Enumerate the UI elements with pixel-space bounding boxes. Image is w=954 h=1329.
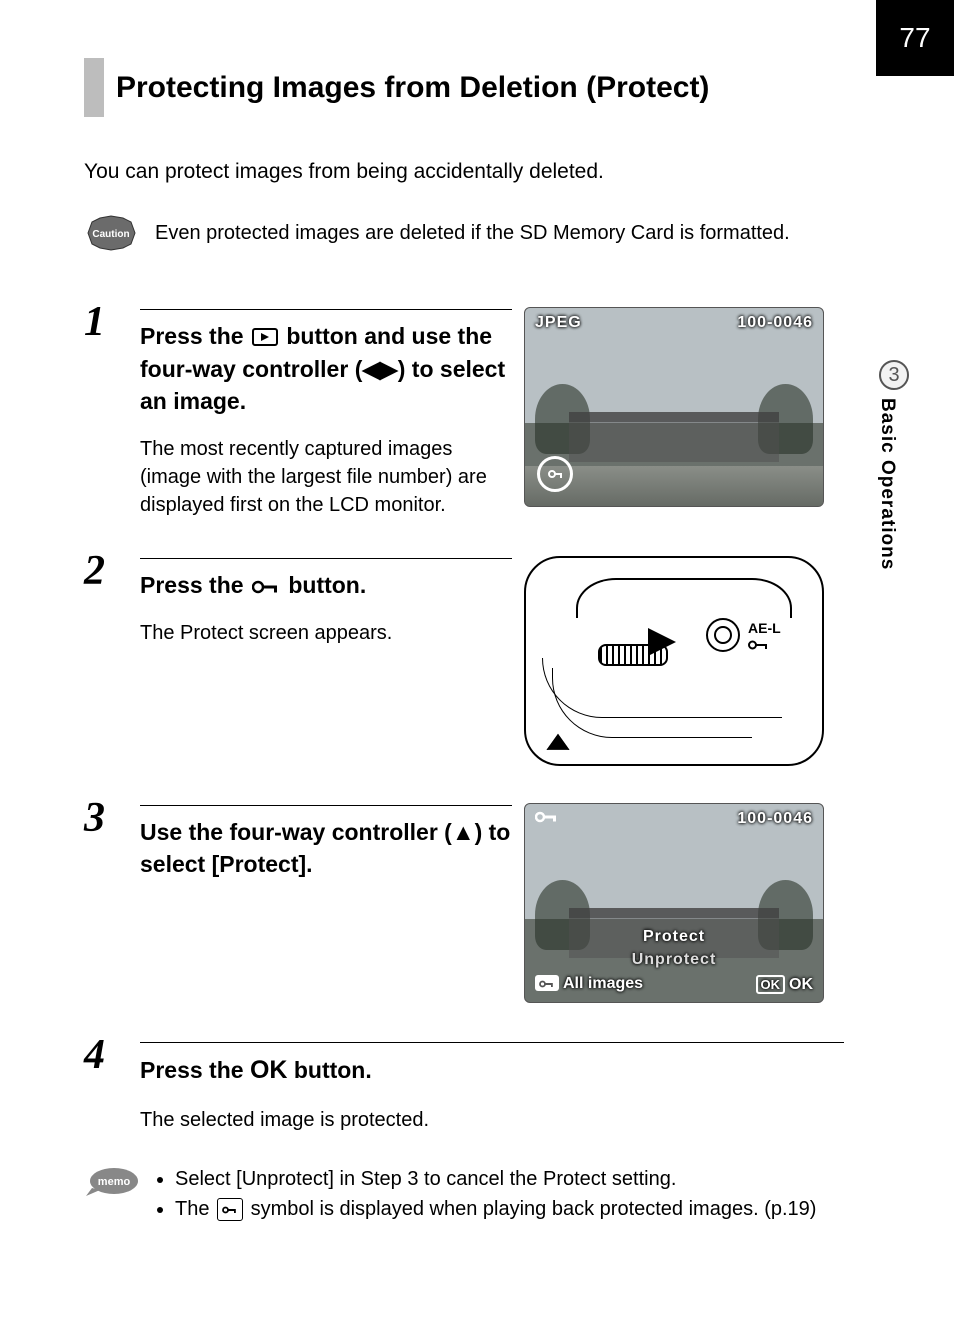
ael-button-graphic — [706, 618, 740, 652]
ok-button-glyph: OK — [250, 1056, 288, 1084]
protect-key-icon — [252, 579, 280, 595]
caution-block: Caution Even protected images are delete… — [84, 214, 844, 252]
svg-text:memo: memo — [98, 1176, 131, 1188]
side-rail: 3 Basic Operations — [876, 360, 912, 570]
lcd-top-left: JPEG — [535, 314, 582, 332]
step-number: 3 — [84, 797, 128, 1003]
camera-diagram: AE-L — [524, 556, 824, 766]
step-figure: AE-L — [524, 550, 844, 766]
memo-block: memo Select [Unprotect] in Step 3 to can… — [84, 1164, 844, 1224]
menu-option-protect: Protect — [535, 926, 813, 948]
heading-block: Protecting Images from Deletion (Protect… — [84, 58, 844, 117]
step-title: Press the button and use the four-way co… — [140, 323, 505, 413]
content: Protecting Images from Deletion (Protect… — [84, 58, 844, 1224]
page-heading: Protecting Images from Deletion (Protect… — [116, 58, 709, 117]
step-body: Press the OK button. The selected image … — [140, 1034, 844, 1134]
protect-key-icon — [748, 638, 770, 654]
lcd-screenshot-menu: 100-0046 Protect Unprotect — [524, 803, 824, 1003]
step-divider — [140, 558, 512, 559]
step-divider — [140, 309, 512, 310]
step-description: The Protect screen appears. — [140, 619, 512, 647]
ok-icon: OK — [756, 975, 786, 994]
menu-option-unprotect: Unprotect — [535, 949, 813, 971]
memo-item: Select [Unprotect] in Step 3 to cancel t… — [175, 1164, 816, 1194]
page-number: 77 — [899, 22, 930, 54]
step-description: The selected image is protected. — [140, 1106, 844, 1134]
step-number: 4 — [84, 1034, 128, 1134]
step-title: Press the OK button. — [140, 1057, 372, 1083]
intro-text: You can protect images from being accide… — [84, 157, 844, 186]
triangle-mark — [548, 736, 568, 750]
step-body: Press the button. The Protect screen app… — [140, 550, 512, 766]
memo-item: The symbol is displayed when playing bac… — [175, 1194, 816, 1224]
lcd-menu: Protect Unprotect All imag — [525, 920, 823, 1002]
camera-top-plate — [576, 578, 792, 618]
chapter-number-circle: 3 — [879, 360, 909, 390]
step-title: Press the button. — [140, 572, 366, 598]
heading-accent-bar — [84, 58, 104, 117]
step-divider — [140, 1042, 844, 1043]
caution-icon: Caution — [84, 214, 139, 252]
step-figure: JPEG 100-0046 — [524, 301, 844, 519]
step-2: 2 Press the button. The Protect screen a… — [84, 549, 844, 766]
memo-list: Select [Unprotect] in Step 3 to cancel t… — [155, 1164, 816, 1224]
lcd-scenery — [569, 412, 779, 462]
ael-label: AE-L — [748, 620, 781, 636]
menu-all-images: All images — [535, 975, 643, 993]
caution-text: Even protected images are deleted if the… — [155, 219, 844, 247]
step-number: 2 — [84, 550, 128, 766]
step-body: Use the four-way controller (▲) to selec… — [140, 797, 512, 1003]
memo-icon: memo — [84, 1164, 139, 1198]
lcd-screenshot: JPEG 100-0046 — [524, 307, 824, 507]
step-body: Press the button and use the four-way co… — [140, 301, 512, 519]
playback-icon — [252, 328, 278, 346]
step-4: 4 Press the OK button. The selected imag… — [84, 1033, 844, 1134]
step-1: 1 Press the button and use the four-way … — [84, 300, 844, 519]
step-divider — [140, 805, 512, 806]
lcd-top-right: 100-0046 — [737, 810, 813, 829]
arrow-icon — [648, 628, 676, 656]
lcd-top-right: 100-0046 — [737, 314, 813, 332]
caution-label: Caution — [92, 229, 129, 240]
chapter-title: Basic Operations — [876, 398, 898, 570]
protect-key-icon — [535, 810, 559, 829]
page-number-tab: 77 — [876, 0, 954, 76]
protect-key-icon — [217, 1198, 243, 1221]
protect-key-icon — [535, 975, 559, 991]
step-description: The most recently captured images (image… — [140, 435, 512, 519]
step-3: 3 Use the four-way controller (▲) to sel… — [84, 796, 844, 1003]
chapter-number: 3 — [888, 364, 899, 387]
step-number: 1 — [84, 301, 128, 519]
page: 77 3 Basic Operations Protecting Images … — [0, 0, 954, 1329]
step-figure: 100-0046 Protect Unprotect — [524, 797, 844, 1003]
step-title: Use the four-way controller (▲) to selec… — [140, 819, 510, 877]
menu-ok: OKOK — [756, 975, 814, 994]
